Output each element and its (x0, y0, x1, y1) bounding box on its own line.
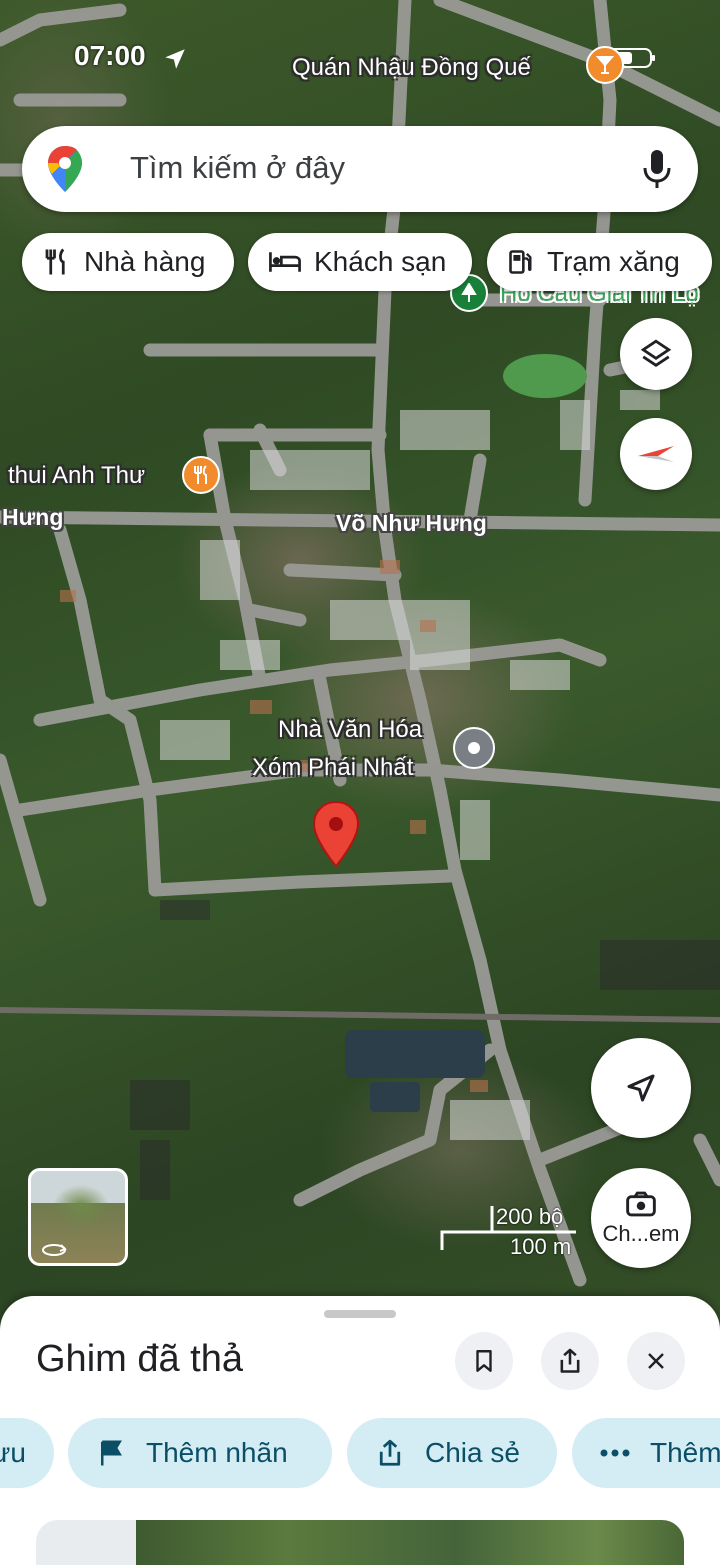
bookmark-icon (476, 1350, 492, 1372)
search-bar[interactable]: Tìm kiếm ở đây (22, 126, 698, 212)
save-button[interactable] (455, 1332, 513, 1390)
close-button[interactable] (627, 1332, 685, 1390)
map-view[interactable]: 07:00 Quán Nhậu Đồng Quế Hồ Câu Giải Trí… (0, 0, 720, 1330)
gas-station-icon (509, 250, 532, 274)
street-view-thumbnail[interactable] (28, 1168, 128, 1266)
landmark-icon[interactable] (453, 727, 495, 769)
chip-label: Trạm xăng (547, 246, 680, 277)
camera-icon (626, 1191, 656, 1217)
action-label: Chia sẻ (425, 1437, 520, 1468)
place-label-quan-nhau[interactable]: Quán Nhậu Đồng Quế (292, 54, 531, 82)
chip-label: Nhà hàng (84, 246, 206, 277)
location-arrow-icon (165, 49, 185, 69)
place-photo[interactable] (36, 1520, 684, 1565)
restaurant-icon[interactable] (182, 456, 220, 494)
layers-icon (640, 339, 672, 368)
restaurant-icon (45, 248, 65, 275)
dropped-pin-icon[interactable] (312, 800, 360, 868)
place-label-nha-van-hoa[interactable]: Nhà Văn Hóa (278, 716, 422, 744)
place-label-anh-thu[interactable]: thui Anh Thư (8, 462, 145, 490)
action-add-label[interactable]: Thêm nhãn (68, 1418, 332, 1488)
sheet-drag-handle[interactable] (324, 1310, 396, 1318)
road-label-hung: Hưng (2, 504, 64, 530)
action-label: Thêm (650, 1437, 720, 1468)
my-location-button[interactable] (591, 1038, 691, 1138)
road-label-vo-nhu-hung: Võ Như Hưng (336, 510, 487, 536)
action-label: Thêm nhãn (146, 1437, 288, 1468)
action-share[interactable]: Chia sẻ (347, 1418, 557, 1488)
hotel-icon (269, 252, 301, 272)
bar-icon[interactable] (586, 46, 624, 84)
scale-metric: 100 m (510, 1234, 572, 1259)
bottom-sheet[interactable]: Ghim đã thả ưu Thêm nhãn Chia sẻ Thêm (0, 1296, 720, 1565)
chip-label: Khách sạn (314, 246, 447, 277)
navigation-arrow-icon (627, 1074, 655, 1102)
share-icon (379, 1439, 401, 1466)
place-label-xom-phai-nhat[interactable]: Xóm Phái Nhất (252, 754, 413, 782)
more-icon (600, 1449, 630, 1457)
compass-icon (638, 446, 674, 462)
sheet-title: Ghim đã thả (36, 1338, 243, 1380)
action-save-chip[interactable]: ưu (0, 1418, 54, 1488)
share-icon (560, 1348, 580, 1373)
share-button[interactable] (541, 1332, 599, 1390)
action-more[interactable]: Thêm (572, 1418, 720, 1488)
camera-search-button[interactable]: Ch...em (591, 1168, 691, 1268)
compass-button[interactable] (620, 418, 692, 490)
maps-logo-icon (48, 146, 82, 192)
layers-button[interactable] (620, 318, 692, 390)
close-icon (648, 1353, 664, 1369)
chip-hotels[interactable]: Khách sạn (248, 233, 472, 291)
search-input[interactable]: Tìm kiếm ở đây (130, 150, 345, 186)
camera-label: Ch...em (602, 1221, 680, 1246)
microphone-icon[interactable] (642, 148, 672, 190)
action-label: ưu (0, 1437, 26, 1468)
scale-imperial: 200 bộ (496, 1204, 564, 1229)
rotate-360-icon (42, 1244, 67, 1256)
flag-icon (101, 1440, 122, 1466)
chip-gas-stations[interactable]: Trạm xăng (487, 233, 712, 291)
status-time: 07:00 (74, 40, 146, 71)
chip-restaurants[interactable]: Nhà hàng (22, 233, 234, 291)
